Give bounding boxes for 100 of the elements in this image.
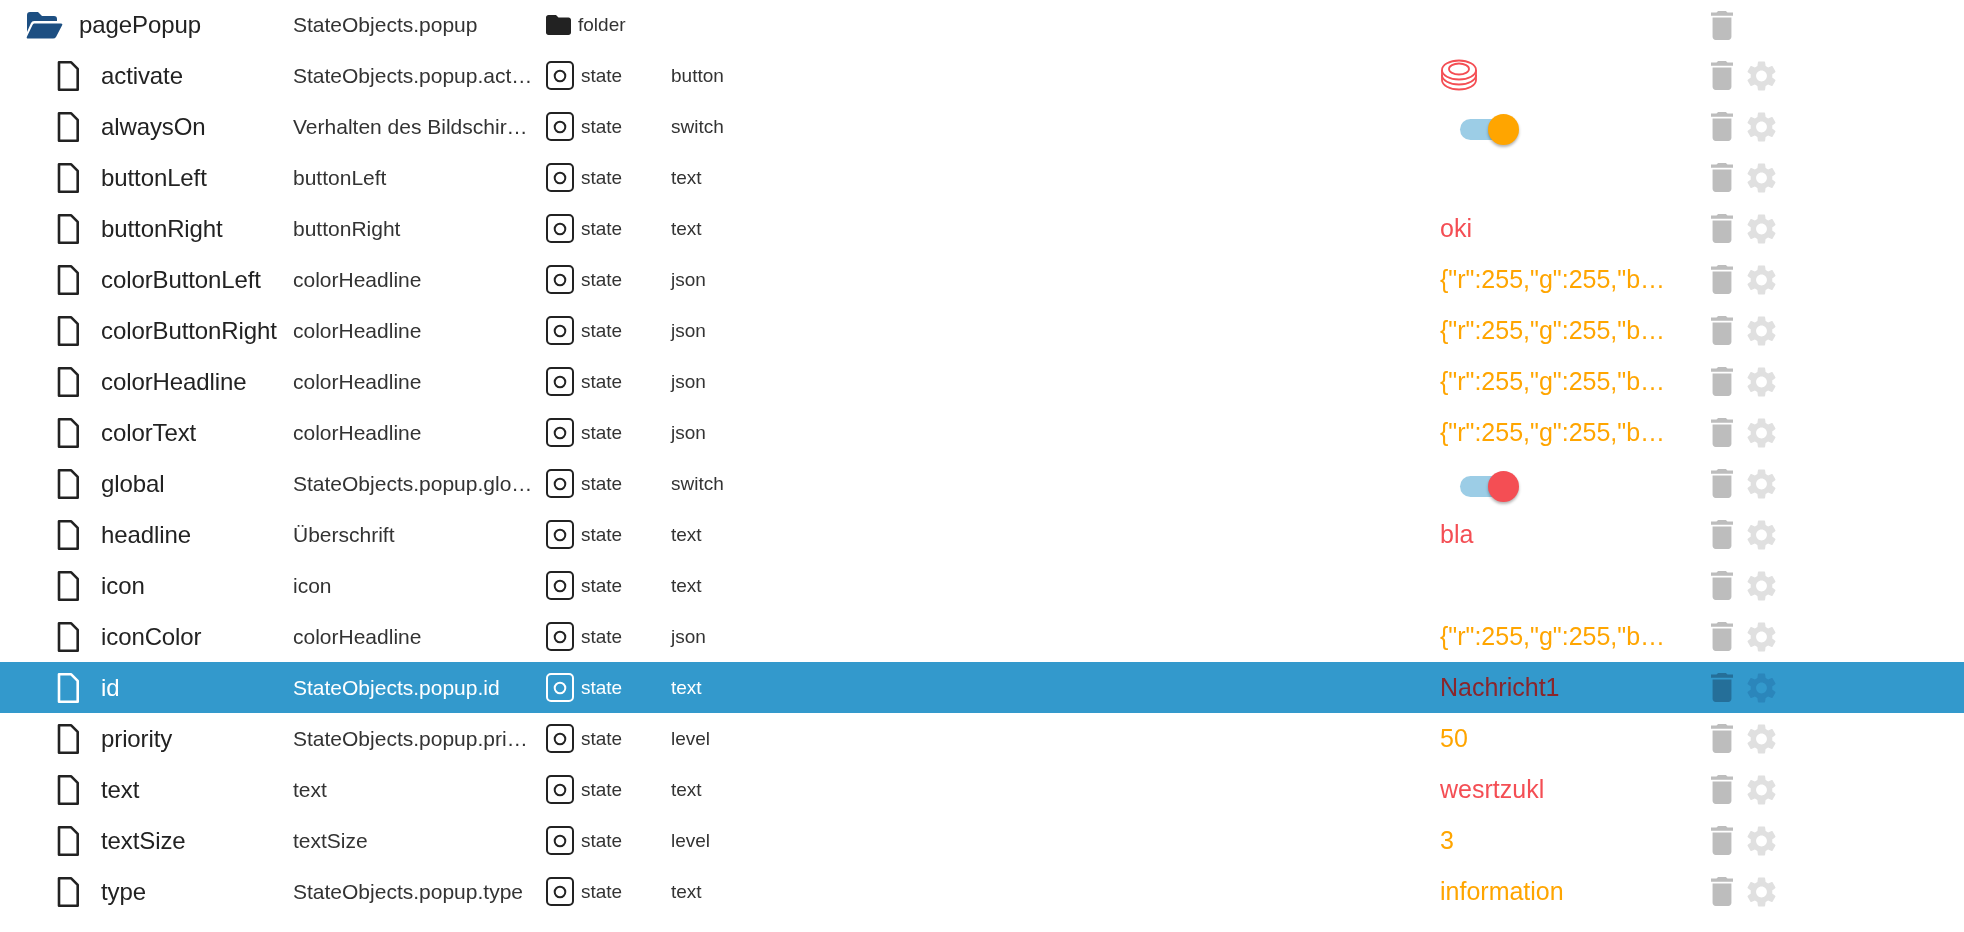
trash-icon[interactable]	[1711, 214, 1733, 243]
object-name: priority	[101, 724, 173, 753]
trash-icon[interactable]	[1711, 622, 1733, 651]
object-name: icon	[101, 571, 145, 600]
object-role: text	[671, 676, 702, 699]
object-name: colorHeadline	[101, 367, 247, 396]
settings-icon[interactable]	[1747, 621, 1776, 652]
settings-icon[interactable]	[1747, 774, 1776, 805]
object-role: switch	[671, 472, 724, 495]
trash-icon[interactable]	[1711, 316, 1733, 345]
trash-icon[interactable]	[1711, 724, 1733, 753]
tree-row[interactable]: buttonLeft buttonLeft state text	[0, 152, 1964, 203]
settings-icon[interactable]	[1747, 876, 1776, 907]
open-folder-icon[interactable]	[25, 10, 63, 40]
trash-icon[interactable]	[1711, 265, 1733, 294]
tree-row[interactable]: type StateObjects.popup.type state text information	[0, 866, 1964, 917]
toggle-switch[interactable]	[1460, 114, 1519, 145]
settings-icon[interactable]	[1747, 825, 1776, 856]
state-value: 50	[1440, 724, 1468, 753]
tree-row[interactable]: text text state text wesrtzukl	[0, 764, 1964, 815]
settings-icon[interactable]	[1747, 570, 1776, 601]
trash-icon[interactable]	[1711, 418, 1733, 447]
settings-icon[interactable]	[1747, 723, 1776, 754]
settings-icon[interactable]	[1747, 213, 1776, 244]
tree-row[interactable]: colorHeadline colorHeadline state json {"r":255,"g":255,"b…	[0, 356, 1964, 407]
settings-icon[interactable]	[1747, 60, 1776, 91]
trash-icon[interactable]	[1711, 10, 1733, 40]
file-icon	[56, 722, 80, 755]
settings-icon[interactable]	[1747, 111, 1776, 142]
trash-icon[interactable]	[1711, 112, 1733, 141]
circle-in-square-icon	[546, 877, 574, 906]
object-role: json	[671, 625, 706, 648]
tree-row[interactable]: buttonRight buttonRight state text oki	[0, 203, 1964, 254]
object-description: colorHeadline	[293, 420, 422, 445]
tree-row[interactable]: global StateObjects.popup.glo… state switch	[0, 458, 1964, 509]
object-description: colorHeadline	[293, 267, 422, 292]
object-name: buttonRight	[101, 214, 223, 243]
tree-row[interactable]: activate StateObjects.popup.act… state button	[0, 50, 1964, 101]
object-type: state	[581, 319, 623, 342]
circle-in-square-icon	[546, 163, 574, 192]
tree-row[interactable]: pagePopup StateObjects.popup folder	[0, 0, 1964, 50]
trash-icon[interactable]	[1711, 520, 1733, 549]
object-name: colorButtonLeft	[101, 265, 261, 294]
object-type: state	[581, 676, 623, 699]
tree-row[interactable]: alwaysOn Verhalten des Bildschir… state switch	[0, 101, 1964, 152]
trash-icon[interactable]	[1711, 367, 1733, 396]
state-value: {"r":255,"g":255,"b…	[1440, 316, 1666, 345]
object-description: buttonLeft	[293, 165, 387, 190]
circle-in-square-icon	[546, 112, 574, 141]
settings-icon[interactable]	[1747, 468, 1776, 499]
circle-in-square-icon	[546, 571, 574, 600]
circle-in-square-icon	[546, 775, 574, 804]
object-description: text	[293, 777, 327, 802]
settings-icon[interactable]	[1747, 162, 1776, 193]
state-value: Nachricht1	[1440, 673, 1560, 702]
tree-row[interactable]: colorText colorHeadline state json {"r":255,"g":255,"b…	[0, 407, 1964, 458]
trash-icon[interactable]	[1711, 163, 1733, 192]
object-type: state	[581, 727, 623, 750]
tree-row[interactable]: colorButtonLeft colorHeadline state json {"r":255,"g":255,"b…	[0, 254, 1964, 305]
object-type: state	[581, 625, 623, 648]
tree-row[interactable]: icon icon state text	[0, 560, 1964, 611]
object-name: pagePopup	[79, 11, 201, 39]
settings-icon[interactable]	[1747, 315, 1776, 346]
object-description: StateObjects.popup.pri…	[293, 726, 528, 751]
object-role: text	[671, 778, 702, 801]
state-value: wesrtzukl	[1440, 775, 1545, 804]
settings-icon[interactable]	[1747, 417, 1776, 448]
object-role: text	[671, 166, 702, 189]
object-name: buttonLeft	[101, 163, 207, 192]
trash-icon[interactable]	[1711, 61, 1733, 90]
settings-icon[interactable]	[1747, 264, 1776, 295]
trash-icon[interactable]	[1711, 469, 1733, 498]
state-value: {"r":255,"g":255,"b…	[1440, 622, 1666, 651]
push-button-icon[interactable]	[1440, 58, 1478, 93]
settings-icon[interactable]	[1747, 519, 1776, 550]
file-icon	[56, 875, 80, 908]
circle-in-square-icon	[546, 367, 574, 396]
object-role: text	[671, 217, 702, 240]
object-description: Überschrift	[293, 522, 395, 547]
trash-icon[interactable]	[1711, 775, 1733, 804]
circle-in-square-icon	[546, 265, 574, 294]
folder-icon	[546, 15, 571, 35]
file-icon	[56, 263, 80, 296]
object-type: state	[581, 217, 623, 240]
trash-icon[interactable]	[1711, 571, 1733, 600]
trash-icon[interactable]	[1711, 826, 1733, 855]
object-type: state	[581, 778, 623, 801]
tree-row[interactable]: priority StateObjects.popup.pri… state level 50	[0, 713, 1964, 764]
tree-row[interactable]: iconColor colorHeadline state json {"r":255,"g":255,"b…	[0, 611, 1964, 662]
object-description: buttonRight	[293, 216, 401, 241]
trash-icon[interactable]	[1711, 877, 1733, 906]
object-type: state	[581, 421, 623, 444]
trash-icon[interactable]	[1711, 673, 1733, 702]
object-role: json	[671, 421, 706, 444]
tree-row[interactable]: headline Überschrift state text bla	[0, 509, 1964, 560]
object-type: state	[581, 472, 623, 495]
settings-icon[interactable]	[1747, 366, 1776, 397]
tree-row[interactable]: textSize textSize state level 3	[0, 815, 1964, 866]
toggle-switch[interactable]	[1460, 471, 1519, 502]
tree-row[interactable]: colorButtonRight colorHeadline state json {"r":255,"g":255,"b…	[0, 305, 1964, 356]
